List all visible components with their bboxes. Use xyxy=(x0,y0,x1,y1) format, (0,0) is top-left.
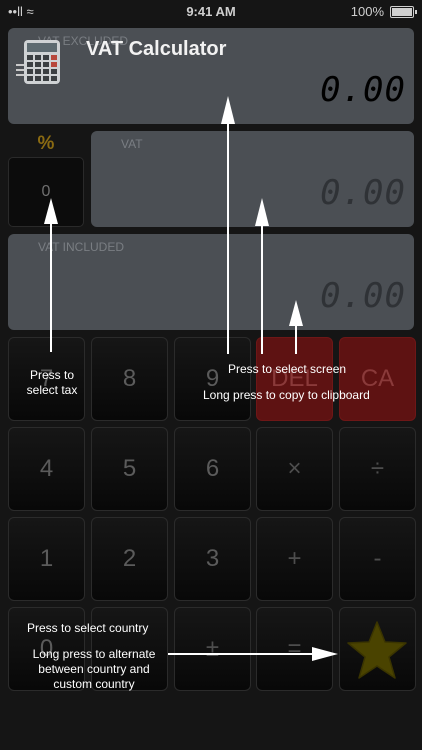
included-arrow-head xyxy=(289,300,303,326)
screen-annotation: Press to select screen xyxy=(228,362,347,376)
excluded-arrow-head xyxy=(221,96,235,124)
country-arrow-head xyxy=(312,647,338,661)
tax-arrow-head xyxy=(44,198,58,224)
tax-annotation: Press to select tax xyxy=(26,368,78,397)
alternate-annotation: Long press to alternate between country … xyxy=(32,647,156,691)
vat-arrow-head xyxy=(255,198,269,226)
country-annotation: Press to select country xyxy=(27,621,149,635)
copy-annotation: Long press to copy to clipboard xyxy=(203,388,370,402)
